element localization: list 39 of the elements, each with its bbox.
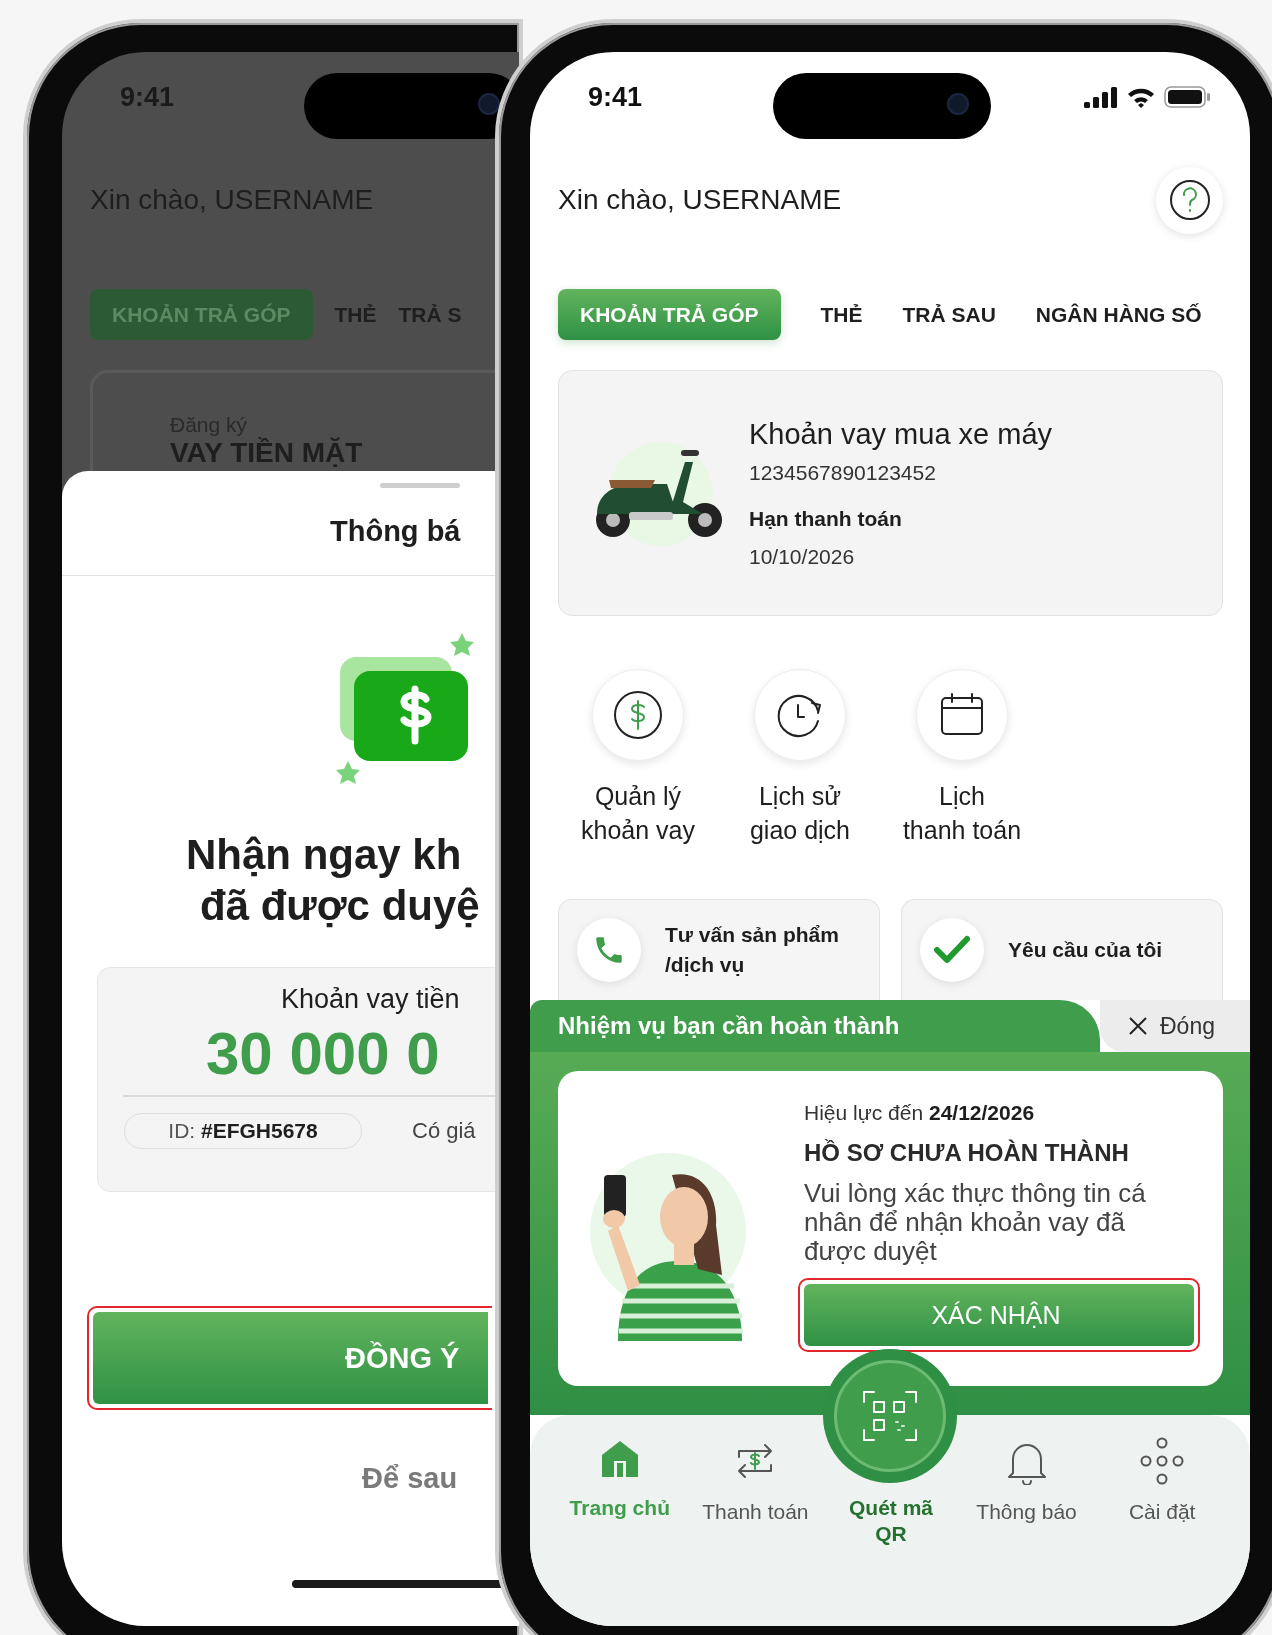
loan-card[interactable]: Khoản vay mua xe máy 1234567890123452 Hạn thanh toán 10/10/2026 (558, 370, 1223, 616)
task-message: Vui lòng xác thực thông tin cá nhân để nhận khoản vay đã được duyệt (804, 1179, 1147, 1266)
signal-icon (1084, 86, 1118, 108)
nav-item[interactable]: Thanh toán (687, 1415, 824, 1525)
wifi-icon (1126, 86, 1156, 108)
action-label: Lịch thanh toán (902, 781, 1022, 846)
loan-number: 1234567890123452 (749, 460, 937, 485)
validity-text: Hiệu lực đến 24/12/2026 (804, 1101, 1036, 1125)
loan-amount: 30 000 0 (206, 1019, 441, 1089)
shortcut-button[interactable]: Tư vấn sản phẩm /dịch vụ (558, 899, 880, 1000)
validity-text: Có giá (412, 1117, 476, 1144)
checkmark-icon (934, 935, 970, 965)
battery-icon (1164, 86, 1210, 108)
nav-item[interactable]: Thông báo (958, 1415, 1095, 1525)
sheet-heading: Nhận ngay kh (186, 830, 463, 880)
due-label: Hạn thanh toán (749, 506, 903, 531)
sheet-handle[interactable] (380, 483, 460, 488)
greeting: Xin chào, USERNAME (558, 184, 842, 216)
tab[interactable]: NGÂN HÀNG SỐ (1035, 289, 1202, 340)
dollar-circle-icon (612, 689, 664, 741)
action-label: Quản lý khoản vay (581, 781, 695, 846)
action-label: Lịch sử giao dịch (749, 781, 851, 846)
close-button[interactable]: Đóng (1100, 1000, 1250, 1052)
help-icon (1168, 179, 1211, 221)
loan-title: Khoản vay mua xe máy (749, 417, 1053, 451)
nav-item[interactable]: Cài đặt (1094, 1415, 1230, 1525)
help-button[interactable] (1156, 166, 1223, 234)
sheet-heading: đã được duyệ (200, 881, 481, 931)
task-panel-title: Nhiệm vụ bạn cần hoàn thành (558, 1012, 900, 1040)
sheet-title: Thông bá (330, 515, 461, 548)
close-icon (1128, 1016, 1148, 1036)
shortcut-button[interactable]: Yêu cầu của tôi (901, 899, 1223, 1000)
tab[interactable]: TRẢ SAU (902, 289, 996, 340)
due-date: 10/10/2026 (749, 544, 856, 569)
amount-label: Khoản vay tiền (281, 984, 461, 1015)
tab[interactable]: THẺ (820, 289, 863, 340)
nav-item[interactable]: Quét mã QR (823, 1495, 959, 1547)
status-time: 9:41 (588, 81, 643, 113)
task-heading: HỒ SƠ CHƯA HOÀN THÀNH (804, 1139, 1130, 1167)
